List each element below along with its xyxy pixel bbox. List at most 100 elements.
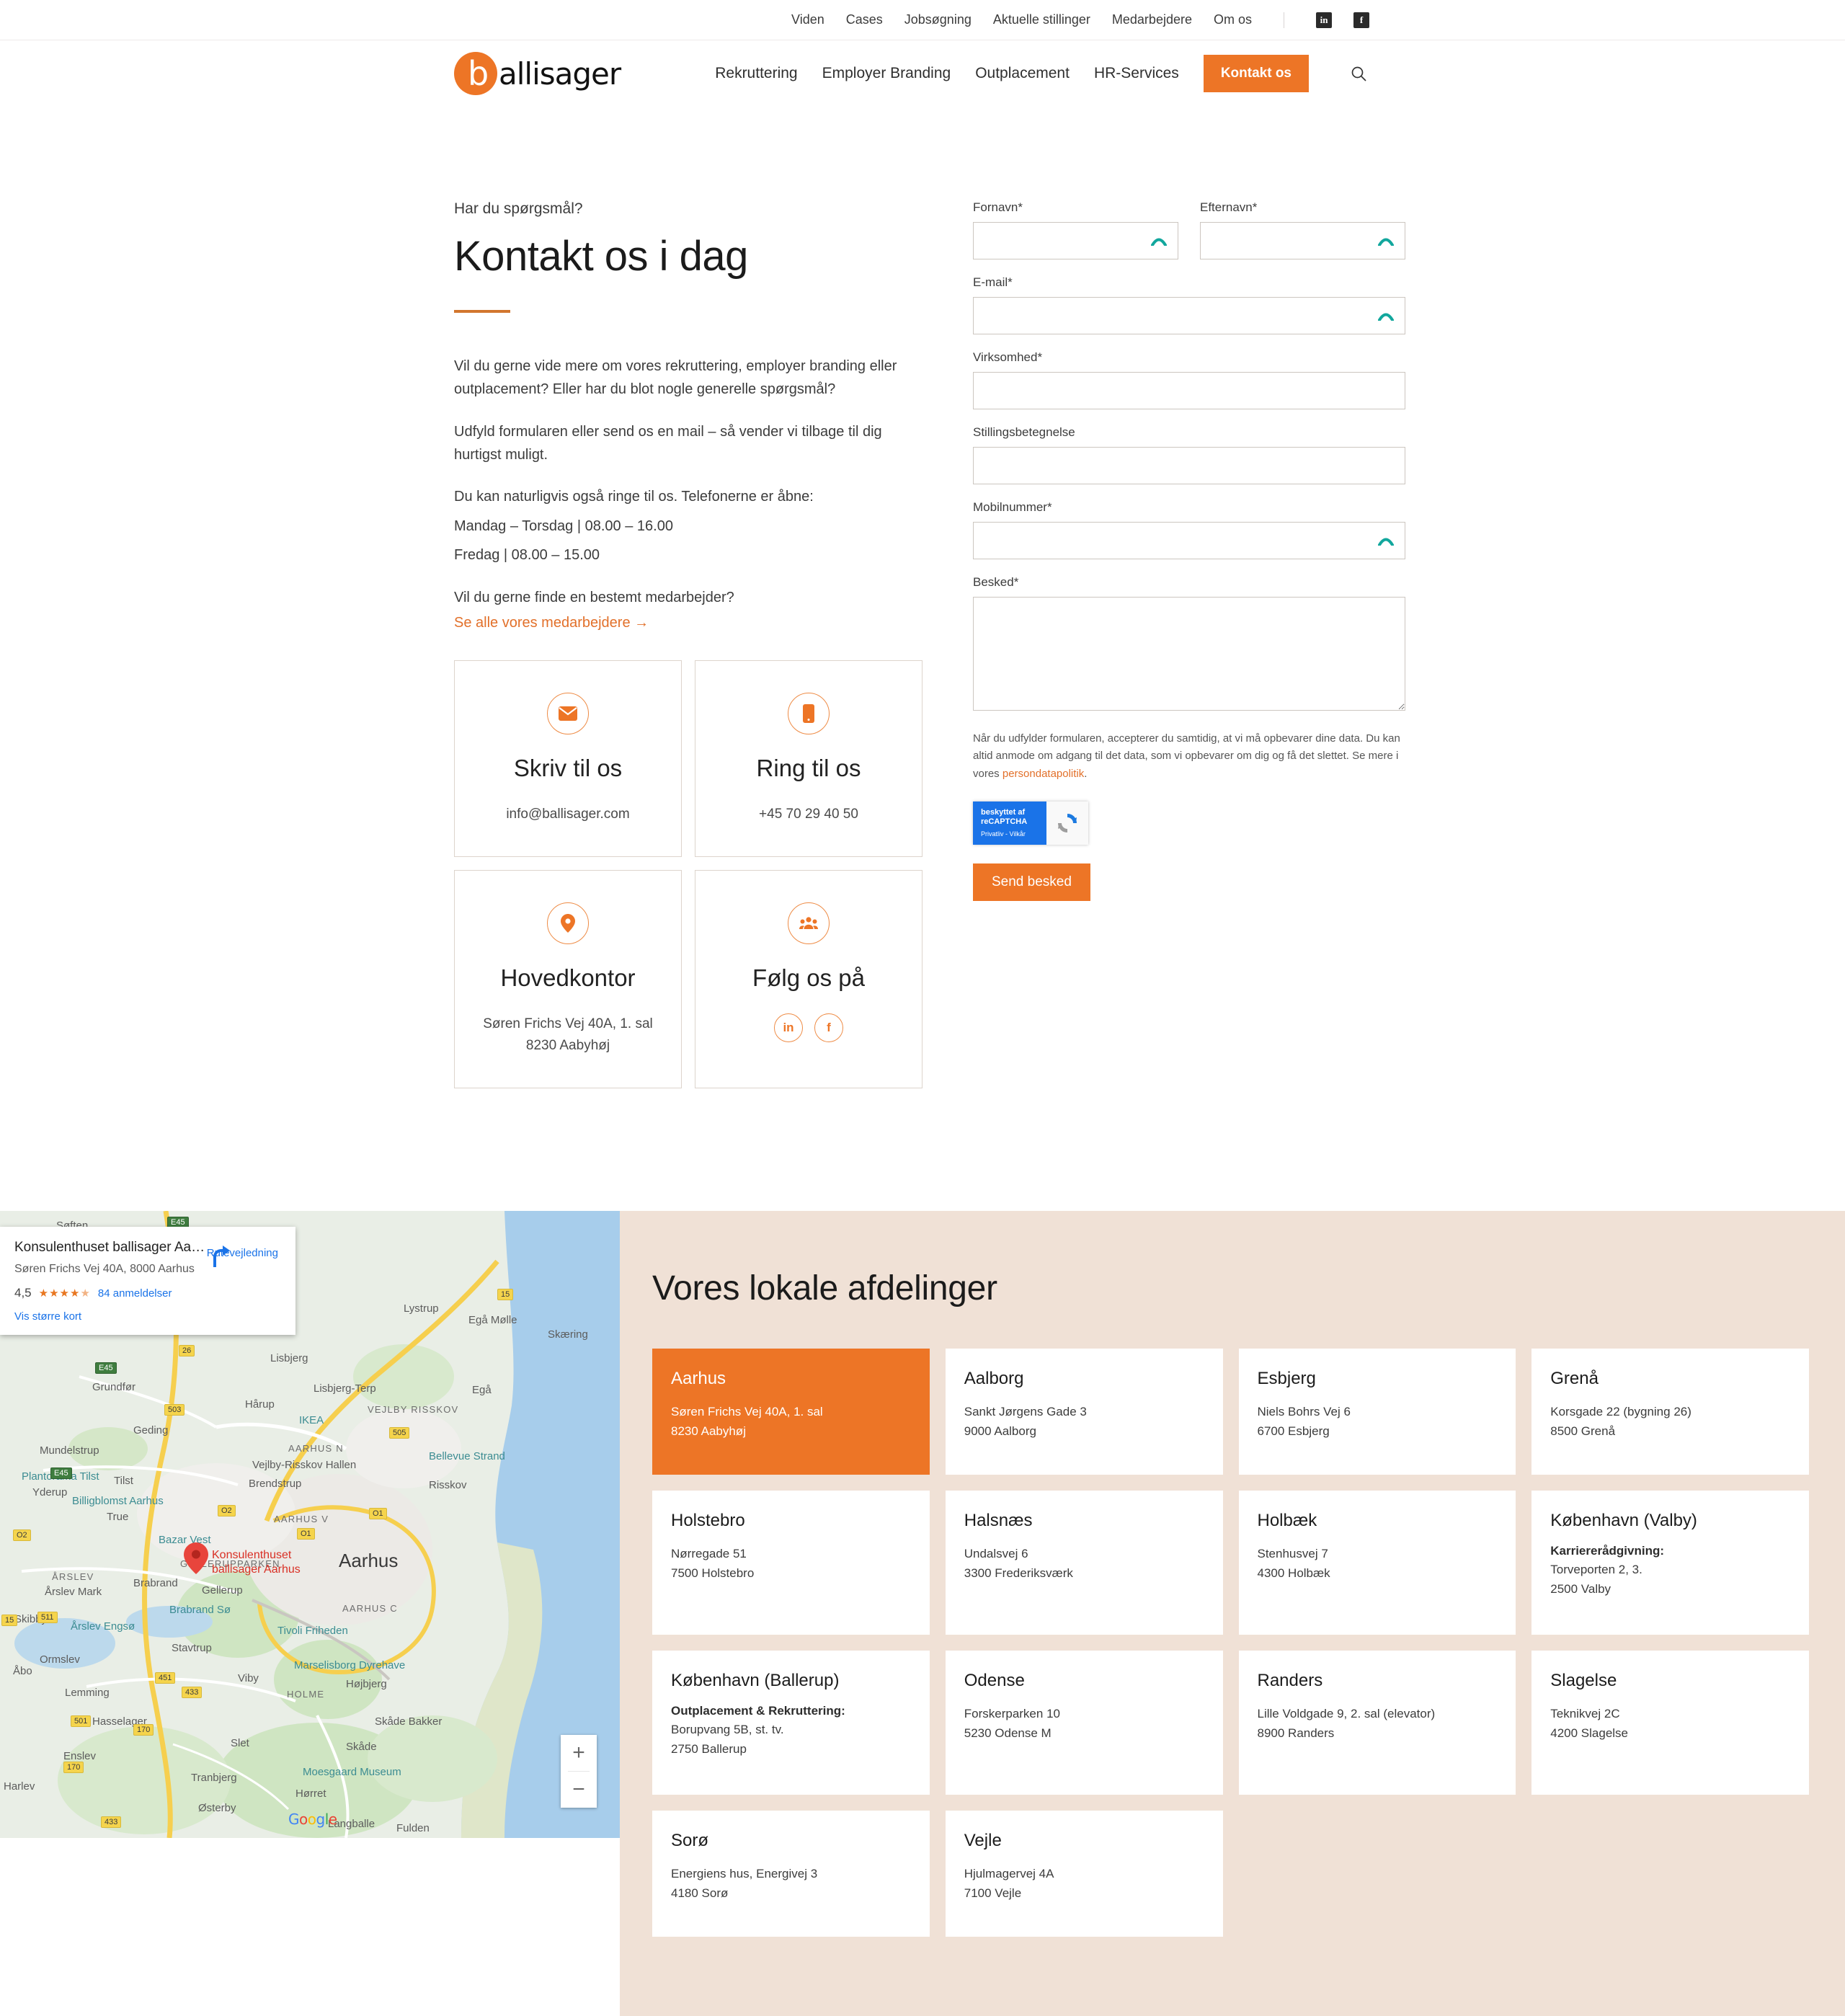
google-maps-info-card[interactable]: Konsulenthuset ballisager Aar… Søren Fri… [0,1227,295,1336]
mobilnummer-input[interactable] [973,522,1405,559]
gm-reviews-link[interactable]: 84 anmeldelser [98,1287,172,1300]
map-place-label: Brabrand [133,1577,178,1590]
location-card[interactable]: Aarhus Søren Frichs Vej 40A, 1. sal 8230 A… [652,1349,930,1475]
location-card[interactable]: Grenå Korsgade 22 (bygning 26) 8500 Grenå [1531,1349,1809,1475]
card-foelg-os-paa[interactable]: Følg os på in f [695,870,922,1089]
location-card[interactable]: Sorø Energiens hus, Energivej 3 4180 Sorø [652,1811,930,1937]
map-place-label: Billigblomst Aarhus [72,1495,164,1508]
recaptcha-badge[interactable]: beskyttet af reCAPTCHA Privatliv - Vilkå… [973,801,1088,845]
location-card[interactable]: Odense Forskerparken 10 5230 Odense M [945,1651,1223,1795]
all-employees-link[interactable]: Se alle vores medarbejdere → [454,615,649,631]
privacy-policy-link[interactable]: persondatapolitik [1002,768,1084,780]
map-road-shield: 170 [63,1762,84,1774]
utility-link-jobsoegning[interactable]: Jobsøgning [904,12,972,27]
map-road-shield: 451 [155,1672,176,1684]
linkedin-icon[interactable]: in [1316,12,1332,28]
map-pin-icon [184,1542,208,1575]
location-name: Esbjerg [1257,1369,1316,1389]
location-name: København (Valby) [1550,1511,1697,1531]
location-name: Vejle [964,1831,1002,1851]
card-title: Ring til os [756,754,861,781]
email-input[interactable] [973,297,1405,334]
map-road-shield: O2 [218,1505,236,1517]
location-address-line: 8900 Randers [1257,1726,1335,1741]
nav-outplacement[interactable]: Outplacement [975,65,1070,82]
location-address-line: 4200 Slagelse [1550,1726,1629,1741]
logo-wordmark: allisager [499,55,621,92]
utility-link-viden[interactable]: Viden [791,12,824,27]
nav-hr-services[interactable]: HR-Services [1094,65,1179,82]
virksomhed-input[interactable] [973,372,1405,409]
fornavn-input[interactable] [973,222,1178,259]
map-place-label: Gellerup [202,1584,243,1597]
recaptcha-text-block: beskyttet af reCAPTCHA Privatliv - Vilkå… [973,801,1046,845]
map-place-label: Viby [238,1672,259,1685]
map-place-label: VEJLBY RISSKOV [368,1404,459,1416]
zoom-out-button[interactable]: − [561,1772,597,1808]
nav-employer-branding[interactable]: Employer Branding [822,65,951,82]
map-place-label: Brabrand Sø [169,1604,231,1617]
location-name: Aarhus [671,1369,726,1389]
card-skriv-til-os[interactable]: Skriv til os info@ballisager.com [454,660,682,858]
map-road-shield: 505 [389,1427,410,1439]
label-fornavn: Fornavn* [973,200,1023,214]
zoom-in-button[interactable]: + [561,1735,597,1771]
location-card[interactable]: København (Ballerup) Outplacement & Rekru… [652,1651,930,1795]
location-address-line: 2750 Ballerup [671,1742,747,1757]
map-place-label: HOLME [287,1689,325,1700]
map-place-label: Årslev Mark [45,1586,102,1599]
location-card[interactable]: Randers Lille Voldgade 9, 2. sal (elevato… [1238,1651,1516,1795]
location-address-line: Borupvang 5B, st. tv. [671,1723,784,1737]
map-place-label: Tranbjerg [191,1772,237,1785]
location-service-label: Outplacement & Rekruttering: [671,1704,845,1718]
facebook-icon[interactable]: f [814,1013,843,1043]
gm-directions-button[interactable]: Rutevejledning [207,1244,278,1268]
efternavn-input[interactable] [1200,222,1405,259]
card-email-value[interactable]: info@ballisager.com [469,804,667,825]
card-hovedkontor[interactable]: Hovedkontor Søren Frichs Vej 40A, 1. sal… [454,870,682,1089]
hours-friday: Fredag | 08.00 – 15.00 [454,547,600,564]
map-zoom-controls: + − [561,1735,597,1808]
location-card[interactable]: Holbæk Stenhusvej 7 4300 Holbæk [1238,1491,1516,1635]
card-phone-value[interactable]: +45 70 29 40 50 [710,804,907,825]
utility-bar: Viden Cases Jobsøgning Aktuelle stilling… [0,0,1845,40]
search-icon[interactable] [1348,63,1369,84]
utility-link-om-os[interactable]: Om os [1214,12,1252,27]
nav-rekruttering[interactable]: Rekruttering [715,65,797,82]
location-card[interactable]: Halsnæs Undalsvej 6 3300 Frederiksværk [945,1491,1223,1635]
location-card[interactable]: Vejle Hjulmagervej 4A 7100 Vejle [945,1811,1223,1937]
map-place-label: Højbjerg [346,1678,387,1691]
location-name: Halsnæs [964,1511,1033,1531]
map-place-label: Årslev Engsø [71,1620,135,1633]
location-address-line: Undalsvej 6 [964,1547,1028,1561]
location-address-line: 9000 Aalborg [964,1424,1036,1439]
intro-paragraph-1: Vil du gerne vide mere om vores rekrutte… [454,358,897,398]
utility-link-cases[interactable]: Cases [846,12,883,27]
linkedin-icon[interactable]: in [774,1013,803,1043]
map-place-label: Lystrup [404,1302,439,1315]
facebook-icon[interactable]: f [1353,12,1369,28]
location-card[interactable]: Aalborg Sankt Jørgens Gade 3 9000 Aalborg [945,1349,1223,1475]
label-virksomhed: Virksomhed* [973,350,1043,364]
contact-button[interactable]: Kontakt os [1203,55,1309,92]
field-stillingsbetegnelse: Stillingsbetegnelse [973,425,1405,484]
location-card[interactable]: Slagelse Teknikvej 2C 4200 Slagelse [1531,1651,1809,1795]
location-card[interactable]: Holstebro Nørregade 51 7500 Holstebro [652,1491,930,1635]
recaptcha-links[interactable]: Privatliv - Vilkår [981,830,1046,838]
gm-larger-map-link[interactable]: Vis større kort [14,1310,81,1323]
utility-link-aktuelle-stillinger[interactable]: Aktuelle stillinger [993,12,1090,27]
location-address-line: Torveporten 2, 3. [1550,1563,1642,1577]
map-place-label: Åbo [13,1665,32,1678]
send-besked-button[interactable]: Send besked [973,863,1090,901]
utility-link-medarbejdere[interactable]: Medarbejdere [1112,12,1192,27]
map-place-label: Stavtrup [172,1642,212,1655]
besked-textarea[interactable] [973,597,1405,711]
location-card[interactable]: Esbjerg Niels Bohrs Vej 6 6700 Esbjerg [1238,1349,1516,1475]
stillingsbetegnelse-input[interactable] [973,447,1405,484]
logo[interactable]: b allisager [454,52,621,95]
google-map[interactable]: Søften Lystrup Egå Mølle Skæring Lisbjerg Lis… [0,1211,620,1839]
map-road-shield: 433 [101,1816,122,1829]
location-card[interactable]: København (Valby) Karriererådgivning: Torv… [1531,1491,1809,1635]
card-ring-til-os[interactable]: Ring til os +45 70 29 40 50 [695,660,922,858]
location-address-line: 8230 Aabyhøj [671,1424,746,1439]
